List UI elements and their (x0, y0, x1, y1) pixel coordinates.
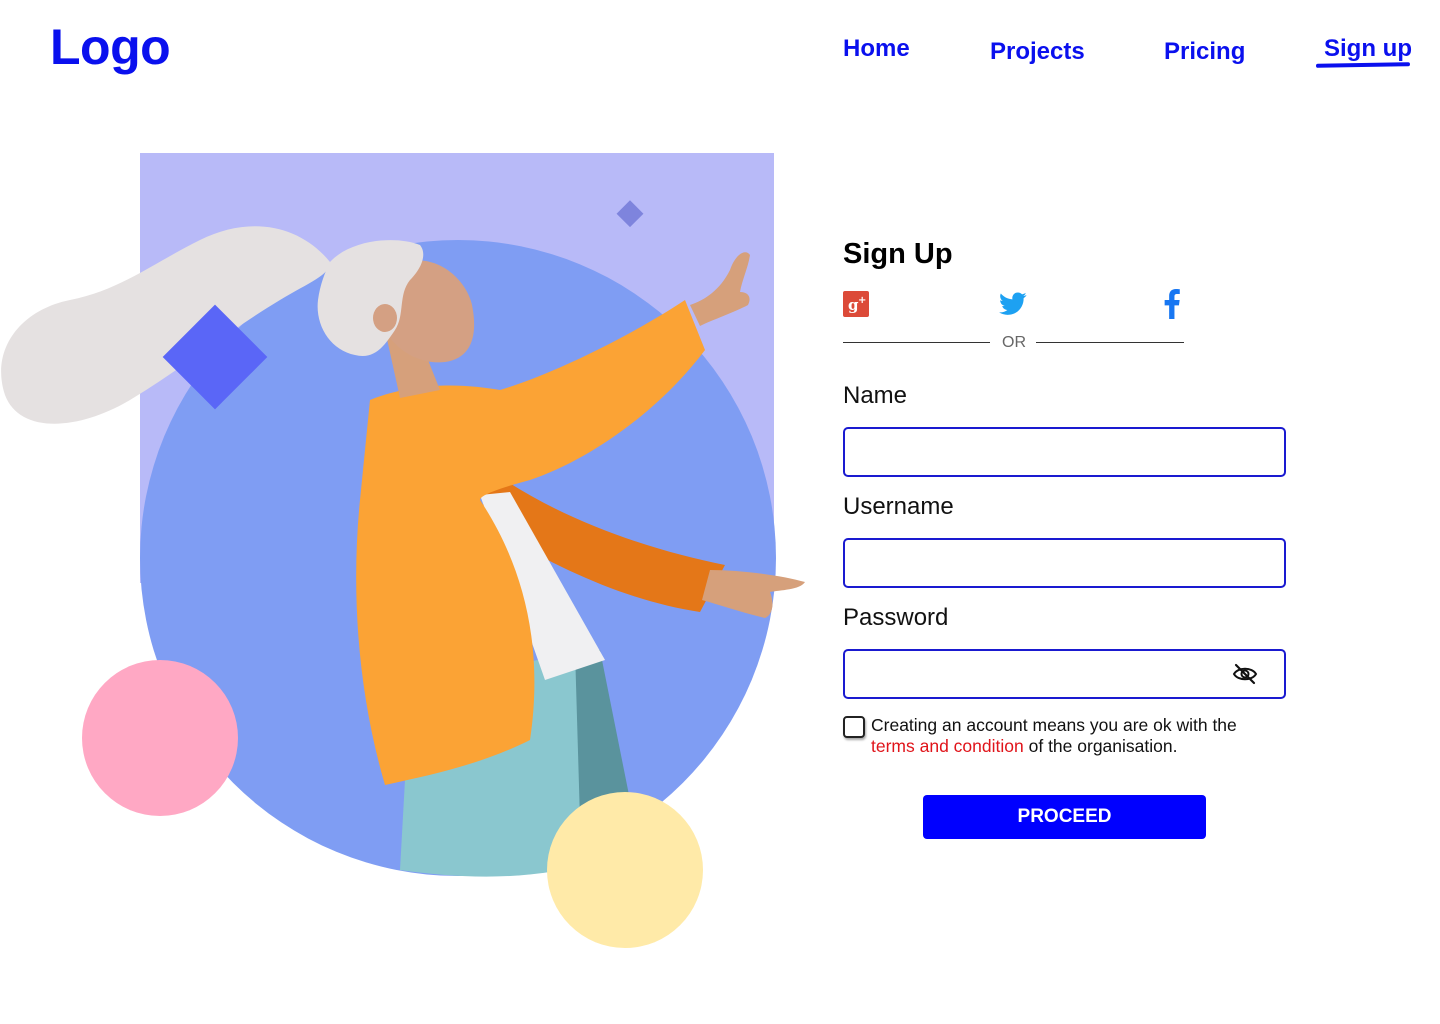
username-input[interactable] (843, 538, 1286, 588)
yellow-circle (547, 792, 703, 948)
terms-text-line2: terms and condition of the organisation. (871, 736, 1177, 757)
name-input[interactable] (843, 427, 1286, 477)
form-title: Sign Up (843, 238, 953, 270)
twitter-icon[interactable] (999, 291, 1027, 317)
terms-checkbox[interactable] (843, 716, 865, 738)
facebook-icon[interactable] (1163, 289, 1181, 319)
pink-circle (82, 660, 238, 816)
nav-link-home[interactable]: Home (843, 35, 910, 63)
ear (373, 304, 397, 332)
nav-link-projects[interactable]: Projects (990, 38, 1085, 66)
logo[interactable]: Logo (50, 18, 171, 76)
nav-link-signup[interactable]: Sign up (1324, 35, 1412, 63)
name-label: Name (843, 382, 908, 409)
terms-suffix: of the organisation. (1028, 736, 1178, 756)
divider-line-right (1036, 342, 1184, 343)
proceed-button[interactable]: PROCEED (923, 795, 1206, 839)
username-label: Username (843, 493, 954, 520)
svg-text:+: + (858, 295, 866, 306)
woman-pointing-illustration (1, 153, 805, 948)
nav-link-pricing[interactable]: Pricing (1164, 38, 1245, 66)
password-label: Password (843, 604, 949, 631)
active-nav-underline (1315, 62, 1411, 68)
divider-line-left (843, 342, 990, 343)
terms-text: Creating an account means you are ok wit… (871, 715, 1237, 735)
google-plus-icon[interactable]: g + (843, 291, 869, 317)
password-input[interactable] (843, 649, 1286, 699)
eye-off-icon[interactable] (1232, 662, 1258, 686)
terms-link[interactable]: terms and condition (871, 736, 1024, 756)
divider-or: OR (1002, 334, 1026, 351)
